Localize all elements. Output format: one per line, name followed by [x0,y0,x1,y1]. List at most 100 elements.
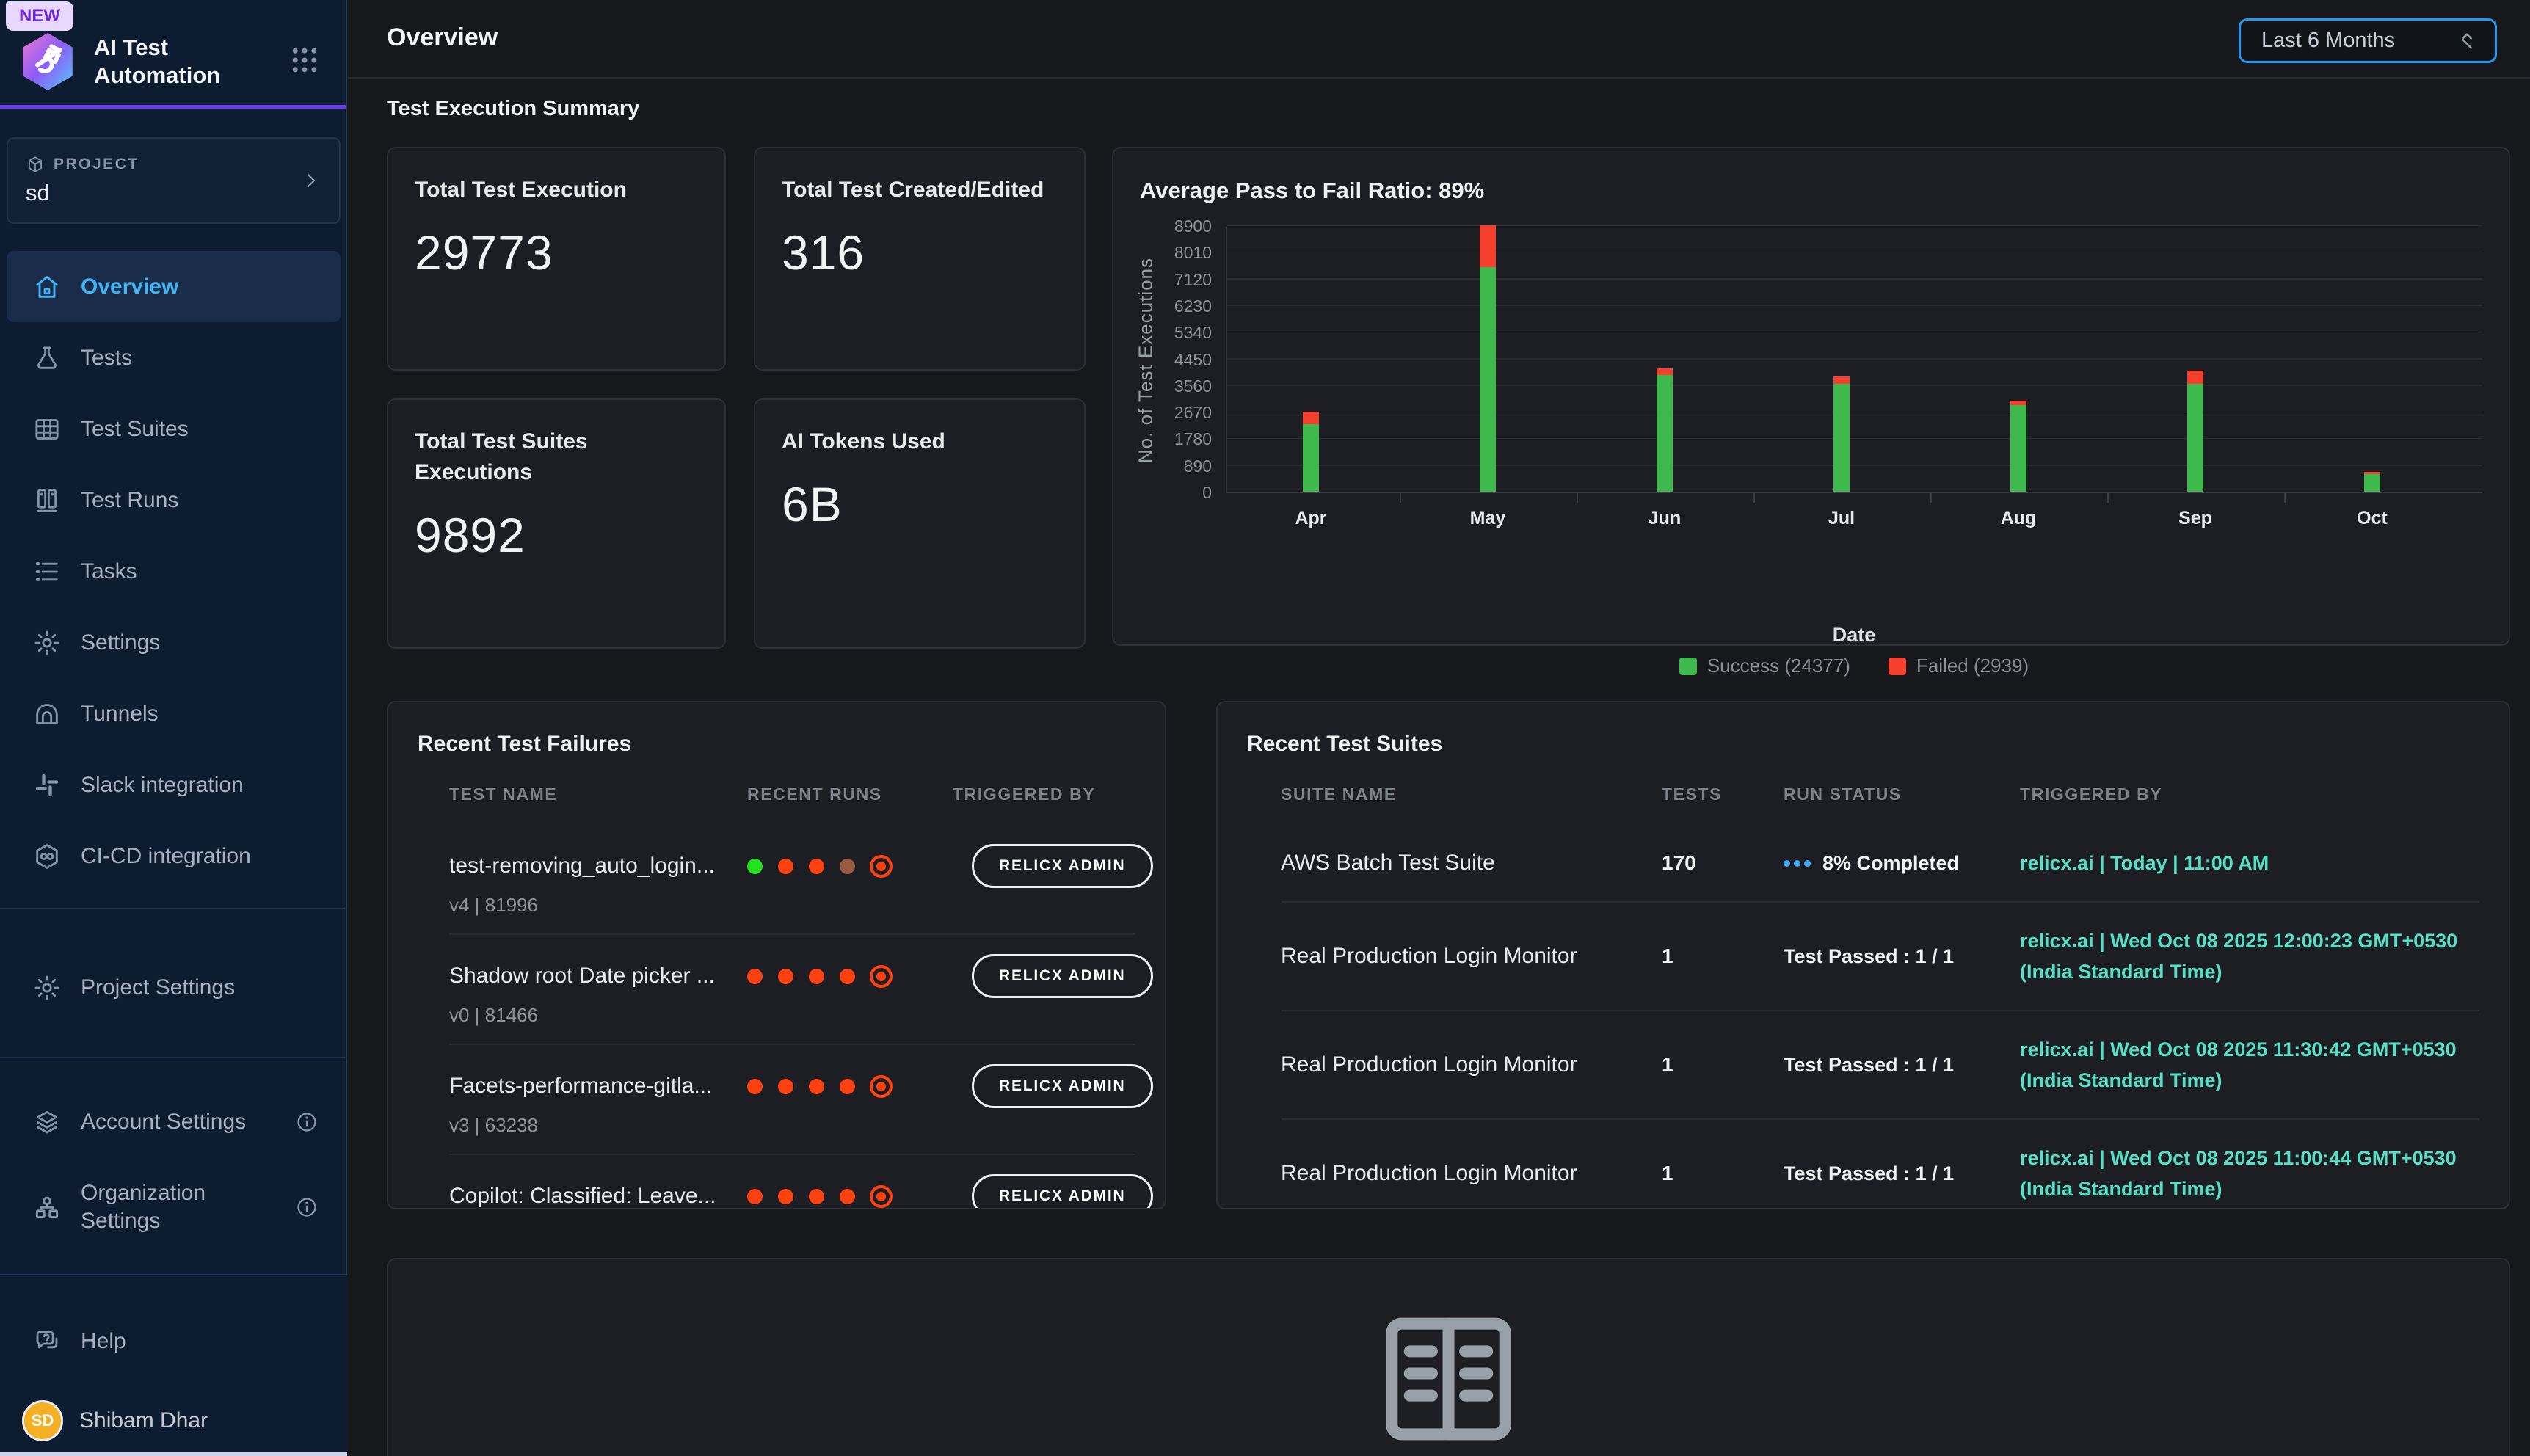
nav-item-icon [32,272,62,302]
triggered-by-button[interactable]: RELICX ADMIN [972,844,1153,888]
y-tick-label: 890 [1184,456,1212,476]
y-tick-label: 4450 [1174,350,1212,370]
sidebar-item-tasks[interactable]: Tasks [7,536,341,607]
x-axis-tick [2107,493,2109,503]
run-dot-target [876,862,886,871]
user-menu[interactable]: SD Shibam Dhar [0,1400,347,1441]
legend-label: Success (24377) [1707,655,1850,677]
failure-row[interactable]: Shadow root Date picker ... RELICX ADMIN… [449,933,1135,1044]
documentation-icon [421,1296,2476,1456]
stat-card: Total Test Created/Edited 316 [754,147,1086,371]
run-dot-orange [778,969,793,984]
chart-plot-area: AprMayJunJulAugSepOct [1226,227,2482,493]
test-name[interactable]: test-removing_auto_login... [449,850,733,882]
suite-row[interactable]: Real Production Login Monitor 1 Test Pas… [1281,901,2479,1010]
suite-row[interactable]: Real Production Login Monitor 1 Test Pas… [1281,1010,2479,1118]
sidebar-item-tunnels[interactable]: Tunnels [7,678,341,749]
nav-item-icon [32,771,62,800]
triggered-by-button[interactable]: RELICX ADMIN [972,1174,1153,1209]
run-dot-orange [747,969,763,984]
suite-row[interactable]: Real Production Login Monitor 1 Test Pas… [1281,1118,2479,1209]
sidebar-item-tests[interactable]: Tests [7,322,341,393]
x-tick-label: Jun [1649,508,1681,529]
column-header: TEST NAME [449,785,747,804]
y-tick-label: 8900 [1174,216,1212,236]
sidebar-item-ci-cd-integration[interactable]: CI-CD integration [7,820,341,892]
info-icon[interactable] [295,1195,319,1219]
suite-name[interactable]: Real Production Login Monitor [1281,941,1662,972]
suites-title: Recent Test Suites [1247,732,2479,757]
legend-label: Failed (2939) [1916,655,2029,677]
sidebar-item-slack-integration[interactable]: Slack integration [7,749,341,820]
stat-value: 29773 [415,223,698,282]
legend-swatch [1679,658,1697,675]
y-tick-label: 7120 [1174,270,1212,290]
sidebar: NEW AI Test Automation [0,0,347,1456]
nav-item-label: Slack integration [81,771,341,799]
bar-success [1480,267,1496,492]
chart-title: Average Pass to Fail Ratio: 89% [1140,178,1484,204]
test-name[interactable]: Shadow root Date picker ... [449,960,733,992]
select-chevrons-icon [2454,28,2480,54]
nav-item-label: Help [81,1328,341,1355]
run-dot-orange [840,969,855,984]
triggered-by-button[interactable]: RELICX ADMIN [972,954,1153,998]
suite-name[interactable]: Real Production Login Monitor [1281,1049,1662,1080]
x-tick-label: May [1470,508,1506,529]
nav-item-label: Settings [81,629,341,657]
chevron-right-icon [299,170,321,192]
nav-item-icon [32,415,62,444]
bar-success [2187,384,2203,492]
stat-value: 316 [782,223,1058,282]
failure-row[interactable]: Facets-performance-gitla... RELICX ADMIN… [449,1044,1135,1154]
project-label: PROJECT [54,156,139,173]
section-title: Test Execution Summary [387,97,639,121]
triggered-by-button[interactable]: RELICX ADMIN [972,1064,1153,1108]
apps-grid-icon[interactable] [288,44,321,76]
project-selector[interactable]: PROJECT sd [7,137,341,224]
failure-row[interactable]: test-removing_auto_login... RELICX ADMIN… [449,825,1135,933]
time-range-select[interactable]: Last 6 Months [2239,18,2497,63]
x-tick-label: Oct [2357,508,2388,529]
suite-row[interactable]: AWS Batch Test Suite 170 8% Completed re… [1281,825,2479,901]
sidebar-item-test-runs[interactable]: Test Runs [7,465,341,536]
recent-runs [747,1189,953,1204]
sidebar-item-settings[interactable]: Settings [7,607,341,678]
nav-item-label: Tasks [81,558,341,586]
sidebar-item-overview[interactable]: Overview [7,251,341,322]
y-tick-label: 6230 [1174,296,1212,316]
recent-runs [747,859,953,874]
failure-row[interactable]: Copilot: Classified: Leave... RELICX ADM… [449,1154,1135,1209]
documentation-card: Harness AI Test Automation Documentation… [387,1258,2510,1456]
bar-failed [2364,472,2380,474]
sidebar-divider [0,908,347,909]
suite-name[interactable]: Real Production Login Monitor [1281,1158,1662,1189]
x-tick-label: Aug [2001,508,2037,529]
nav-item-icon [32,842,62,871]
sidebar-item-project-settings[interactable]: Project Settings [7,952,341,1023]
sidebar-item-organization-settings[interactable]: Organization Settings [7,1157,341,1256]
x-tick-label: Jul [1828,508,1855,529]
new-badge: NEW [6,1,73,31]
bar-failed [1303,412,1319,424]
column-header: TRIGGERED BY [953,785,1135,804]
nav-item-icon [32,343,62,373]
avatar: SD [22,1400,63,1441]
sidebar-item-test-suites[interactable]: Test Suites [7,393,341,465]
info-icon[interactable] [295,1110,319,1134]
suite-tests-count: 1 [1662,1053,1784,1077]
run-dot-orange [809,1079,824,1094]
run-dot-orange [778,1189,793,1204]
bar-success [1657,375,1673,492]
x-axis-label: Date [1226,624,2482,647]
test-name[interactable]: Copilot: Classified: Leave... [449,1180,733,1209]
sidebar-item-account-settings[interactable]: Account Settings [7,1086,341,1157]
sidebar-item-help[interactable]: Help [7,1306,341,1377]
y-tick-label: 5340 [1174,323,1212,343]
failures-title: Recent Test Failures [418,732,1135,757]
sidebar-nav-help: Help [0,1306,347,1377]
test-name[interactable]: Facets-performance-gitla... [449,1070,733,1102]
suite-name[interactable]: AWS Batch Test Suite [1281,848,1662,878]
run-dot-orange [809,1189,824,1204]
y-tick-label: 2670 [1174,403,1212,423]
